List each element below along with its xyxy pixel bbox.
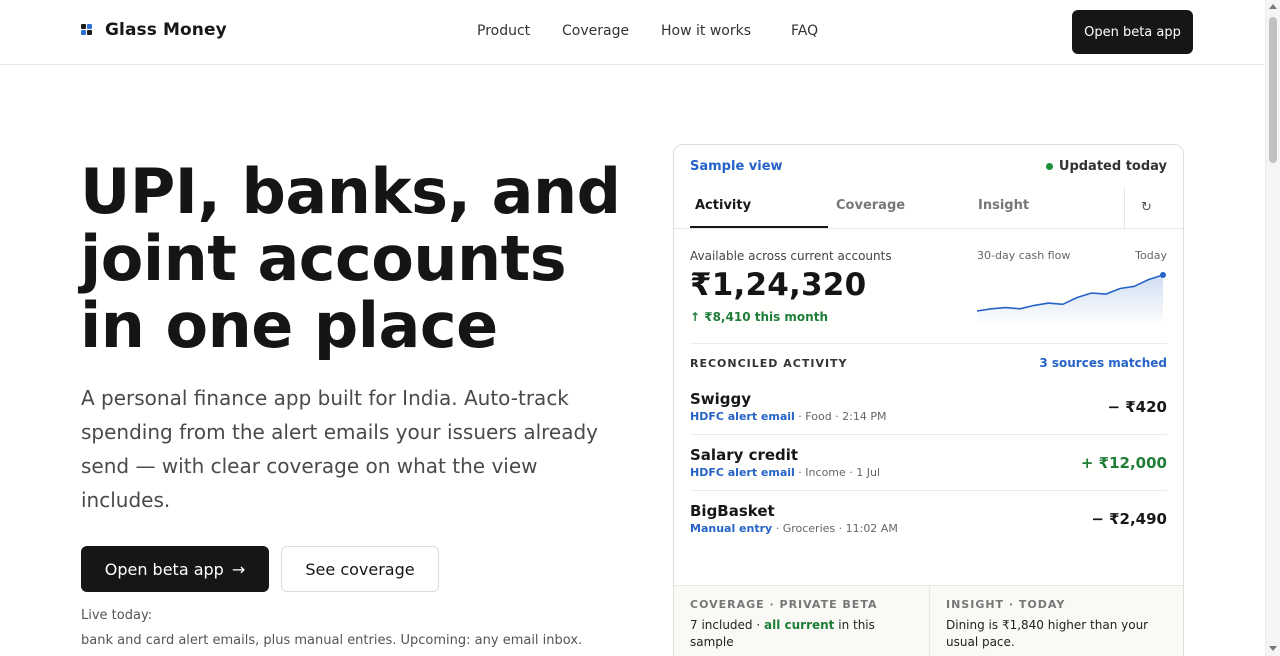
hero-title-line: UPI, banks, and (80, 155, 621, 228)
transaction-amount: − ₹420 (1107, 398, 1167, 416)
divider (690, 343, 1167, 344)
nav-faq[interactable]: FAQ (791, 23, 818, 39)
coverage-panel: COVERAGE · PRIVATE BETA 7 included · all… (674, 586, 930, 656)
tab-activity[interactable]: Activity (695, 198, 751, 213)
balance-amount: ₹1,24,320 (690, 267, 867, 303)
open-beta-app-label: Open beta app (104, 559, 224, 579)
transaction-amount: − ₹2,490 (1091, 510, 1167, 528)
divider (690, 434, 1167, 435)
scroll-up-arrow-icon[interactable] (1269, 4, 1277, 9)
nav-product[interactable]: Product (477, 23, 530, 39)
coverage-count: 7 included · (690, 618, 764, 632)
reconciled-activity-heading: RECONCILED ACTIVITY (690, 357, 848, 370)
transaction-source: HDFC alert email (690, 410, 795, 423)
balance-label: Available across current accounts (690, 249, 892, 263)
open-beta-app-header-button[interactable]: Open beta app (1072, 10, 1193, 54)
arrow-right-icon: → (231, 559, 246, 579)
transaction-amount: + ₹12,000 (1080, 454, 1167, 472)
status-badge: Updated today (1045, 159, 1167, 174)
balance-delta: ↑ ₹8,410 this month (690, 310, 828, 324)
refresh-icon[interactable]: ↻ (1141, 200, 1152, 215)
sample-dashboard-card: Sample view Updated today Activity Cover… (673, 144, 1184, 656)
tab-insight[interactable]: Insight (978, 198, 1029, 213)
live-today-text: bank and card alert emails, plus manual … (81, 633, 583, 648)
active-tab-indicator (690, 226, 828, 228)
nav-coverage[interactable]: Coverage (562, 23, 629, 39)
open-beta-app-button[interactable]: Open beta app → (81, 546, 269, 592)
transaction-name: BigBasket (690, 502, 775, 520)
transaction-source: HDFC alert email (690, 466, 795, 479)
hero-subtitle: A personal finance app built for India. … (81, 386, 599, 512)
hero-title-line: in one place (80, 289, 498, 362)
sample-view-label: Sample view (690, 159, 783, 174)
status-dot-icon (1045, 163, 1053, 170)
card-tabs: Activity Coverage Insight ↻ (674, 188, 1183, 229)
scroll-down-arrow-icon[interactable] (1269, 646, 1277, 651)
tab-coverage[interactable]: Coverage (836, 198, 905, 213)
insight-panel: INSIGHT · TODAY Dining is ₹1,840 higher … (930, 586, 1183, 656)
divider (690, 490, 1167, 491)
card-footer: COVERAGE · PRIVATE BETA 7 included · all… (674, 585, 1183, 656)
transaction-row[interactable]: BigBasket Manual entry · Groceries · 11:… (690, 502, 1167, 558)
coverage-summary: 7 included · all current in this sample (690, 617, 913, 651)
transaction-details: · Income · 1 Jul (794, 466, 881, 479)
cash-flow-sparkline (977, 272, 1166, 325)
transaction-name: Swiggy (690, 390, 752, 408)
transaction-meta: HDFC alert email · Food · 2:14 PM (690, 410, 887, 423)
transaction-details: · Groceries · 11:02 AM (772, 522, 898, 535)
transaction-row[interactable]: Swiggy HDFC alert email · Food · 2:14 PM… (690, 390, 1167, 446)
card-header: Sample view Updated today (690, 159, 1167, 177)
transaction-meta: HDFC alert email · Income · 1 Jul (690, 466, 880, 479)
nav-how-it-works[interactable]: How it works (661, 23, 751, 39)
tab-divider (1124, 188, 1125, 228)
status-text: Updated today (1058, 159, 1167, 174)
transaction-name: Salary credit (690, 446, 799, 464)
hero-title-line: joint accounts (80, 222, 567, 295)
transaction-row[interactable]: Salary credit HDFC alert email · Income … (690, 446, 1167, 502)
hero-title: UPI, banks, and joint accounts in one pl… (80, 158, 640, 359)
insight-text: Dining is ₹1,840 higher than your usual … (946, 618, 1149, 649)
page-scrollbar[interactable] (1265, 0, 1280, 656)
sparkline-endpoint (1160, 272, 1166, 278)
transaction-details: · Food · 2:14 PM (794, 410, 887, 423)
transaction-meta: Manual entry · Groceries · 11:02 AM (690, 522, 898, 535)
transaction-source: Manual entry (690, 522, 773, 535)
see-coverage-button[interactable]: See coverage (281, 546, 439, 592)
cash-flow-label: 30-day cash flow (977, 249, 1071, 262)
scrollbar-thumb[interactable] (1269, 17, 1277, 163)
cash-flow-today-label: Today (1135, 249, 1167, 262)
coverage-highlight: all current (764, 618, 835, 632)
sparkline-area (977, 275, 1163, 325)
live-today-label: Live today: (81, 608, 153, 623)
insight-heading: INSIGHT · TODAY (946, 598, 1066, 611)
sources-matched-link[interactable]: 3 sources matched (1039, 356, 1167, 370)
top-nav-bar: Glass Money Product Coverage How it work… (0, 0, 1265, 65)
coverage-heading: COVERAGE · PRIVATE BETA (690, 598, 878, 611)
